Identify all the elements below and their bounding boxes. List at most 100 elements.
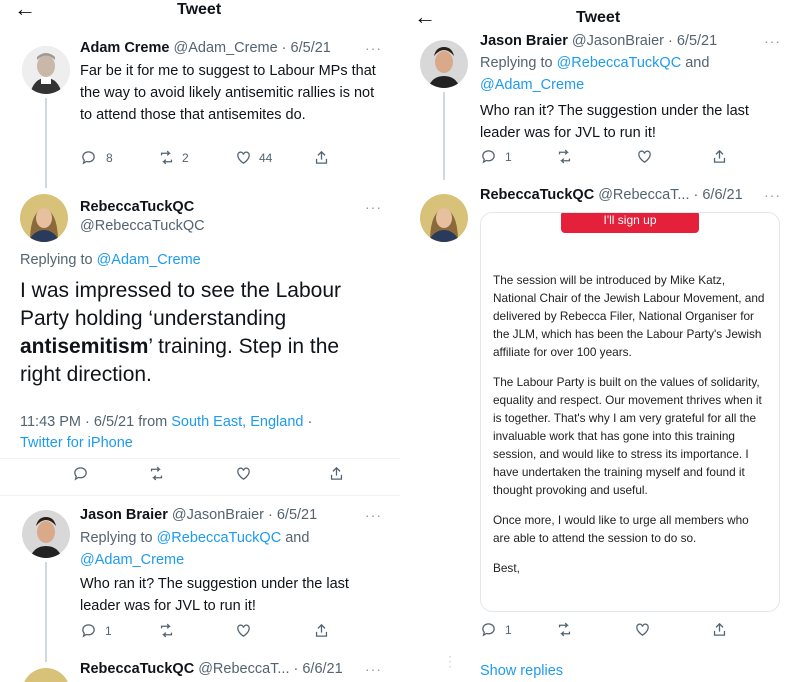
- more-dots-icon[interactable]: ···: [365, 40, 382, 56]
- heart-icon: [237, 467, 250, 480]
- share-icon: [330, 466, 343, 480]
- client-link[interactable]: Twitter for iPhone: [20, 435, 133, 451]
- reply-count: 1: [105, 623, 112, 638]
- reply-button[interactable]: [72, 465, 89, 482]
- show-replies-link[interactable]: Show replies: [480, 660, 563, 682]
- share-button[interactable]: [313, 149, 330, 166]
- replying-label: Replying to: [80, 530, 157, 546]
- timestamp[interactable]: 11:43 PM · 6/5/21 from: [20, 414, 171, 430]
- more-dots-icon[interactable]: ···: [365, 199, 382, 215]
- author-handle[interactable]: @RebeccaTuckQC: [80, 218, 205, 234]
- avatar-adam-creme[interactable]: [22, 46, 70, 94]
- tweet-header: RebeccaTuckQC @RebeccaT... · 6/6/21: [80, 661, 343, 677]
- reply-count: 8: [106, 150, 113, 165]
- replying-link[interactable]: @RebeccaTuckQC: [557, 55, 682, 71]
- author-name[interactable]: RebeccaTuckQC: [80, 661, 194, 677]
- author-handle[interactable]: @JasonBraier · 6/5/21: [172, 507, 317, 523]
- like-button[interactable]: [636, 148, 653, 165]
- signup-button: I'll sign up: [561, 213, 699, 233]
- replying-and: and: [281, 530, 310, 546]
- page-title: Tweet: [576, 9, 621, 26]
- retweet-button[interactable]: [148, 465, 165, 482]
- reply-button[interactable]: 1: [80, 622, 112, 639]
- tweet-text: Far be it for me to suggest to Labour MP…: [80, 63, 376, 123]
- tweet-text: Who ran it? The suggestion under the las…: [80, 576, 349, 614]
- retweet-button[interactable]: [158, 622, 175, 639]
- like-button[interactable]: 44: [235, 149, 272, 166]
- author-handle[interactable]: @JasonBraier · 6/5/21: [572, 33, 717, 49]
- author-handle[interactable]: @Adam_Creme · 6/5/21: [173, 40, 330, 56]
- more-dots-icon[interactable]: ···: [365, 661, 382, 677]
- page-title: Tweet: [177, 1, 222, 18]
- main-text-part1: I was impressed to see the Labour Party …: [20, 279, 342, 330]
- back-arrow-icon[interactable]: ←: [414, 4, 436, 30]
- replying-to: Replying to @Adam_Creme: [20, 249, 201, 271]
- right-screenshot: ← Tweet Jason Braier @JasonBraier · 6/5/…: [404, 0, 800, 682]
- share-button[interactable]: [711, 148, 728, 165]
- tweet-text: Who ran it? The suggestion under the las…: [480, 103, 749, 141]
- more-dots-icon[interactable]: ···: [365, 507, 382, 523]
- heart-icon: [636, 623, 649, 636]
- author-handle[interactable]: @RebeccaT... · 6/6/21: [198, 661, 342, 677]
- letter-paragraph: Best,: [493, 561, 520, 575]
- more-dots-icon[interactable]: ···: [764, 33, 781, 49]
- more-dots-icon[interactable]: ···: [764, 187, 781, 203]
- share-button[interactable]: [313, 622, 330, 639]
- letter-paragraph: The session will be introduced by Mike K…: [493, 273, 765, 359]
- replying-to: Replying to @RebeccaTuckQC and @Adam_Cre…: [480, 52, 780, 96]
- retweet-button[interactable]: [556, 148, 573, 165]
- replying-and: and: [681, 55, 710, 71]
- avatar-jason-braier[interactable]: [22, 510, 70, 558]
- author-name[interactable]: Adam Creme: [80, 40, 169, 56]
- divider: [0, 458, 400, 459]
- embedded-image[interactable]: I'll sign up The session will be introdu…: [480, 212, 780, 612]
- back-arrow-icon[interactable]: ←: [14, 0, 36, 22]
- reply-button[interactable]: 1: [480, 621, 512, 638]
- thread-dots: ⋮: [443, 653, 457, 669]
- location-link[interactable]: South East, England: [171, 414, 303, 430]
- reply-icon: [74, 467, 87, 481]
- share-icon: [713, 149, 726, 163]
- share-button[interactable]: [711, 621, 728, 638]
- reply-icon: [82, 624, 95, 638]
- author-name[interactable]: RebeccaTuckQC: [480, 187, 594, 203]
- replying-link[interactable]: @RebeccaTuckQC: [157, 530, 282, 546]
- avatar-rebecca-tuck[interactable]: [22, 668, 70, 682]
- show-replies-label[interactable]: Show replies: [480, 663, 563, 679]
- like-button[interactable]: [235, 465, 252, 482]
- heart-icon: [237, 624, 250, 637]
- retweet-icon: [558, 622, 571, 637]
- avatar-jason-braier[interactable]: [420, 40, 468, 88]
- avatar-rebecca-tuck[interactable]: [420, 194, 468, 242]
- replying-to: Replying to @RebeccaTuckQC and @Adam_Cre…: [80, 527, 380, 571]
- tweet-header: Jason Braier @JasonBraier · 6/5/21: [480, 33, 717, 49]
- like-button[interactable]: [634, 621, 651, 638]
- thread-line: [443, 92, 445, 180]
- reply-icon: [82, 151, 95, 165]
- reply-button[interactable]: 8: [80, 149, 113, 166]
- tweet-header: Jason Braier @JasonBraier · 6/5/21: [80, 507, 317, 523]
- author-handle[interactable]: @RebeccaT... · 6/6/21: [598, 187, 742, 203]
- author-name[interactable]: RebeccaTuckQC: [80, 199, 194, 215]
- like-count: 44: [259, 150, 273, 165]
- author-name[interactable]: Jason Braier: [480, 33, 568, 49]
- share-icon: [713, 622, 726, 636]
- heart-icon: [237, 151, 250, 164]
- avatar-rebecca-tuck[interactable]: [20, 194, 68, 242]
- author-name[interactable]: Jason Braier: [80, 507, 168, 523]
- left-screenshot: ← Tweet Adam Creme @Adam_Creme · 6/5/21 …: [0, 0, 400, 682]
- replying-link[interactable]: @Adam_Creme: [97, 252, 201, 268]
- replying-link[interactable]: @Adam_Creme: [80, 552, 184, 568]
- main-text-bold: antisemitism: [20, 335, 149, 358]
- letter-paragraph: Once more, I would like to urge all memb…: [493, 513, 749, 545]
- thread-line: [45, 562, 47, 662]
- retweet-button[interactable]: 2: [158, 149, 189, 166]
- share-icon: [315, 150, 328, 164]
- like-button[interactable]: [235, 622, 252, 639]
- reply-count: 1: [505, 149, 512, 164]
- reply-icon: [482, 150, 495, 164]
- replying-link[interactable]: @Adam_Creme: [480, 77, 584, 93]
- retweet-button[interactable]: [556, 621, 573, 638]
- share-button[interactable]: [328, 465, 345, 482]
- reply-button[interactable]: 1: [480, 148, 512, 165]
